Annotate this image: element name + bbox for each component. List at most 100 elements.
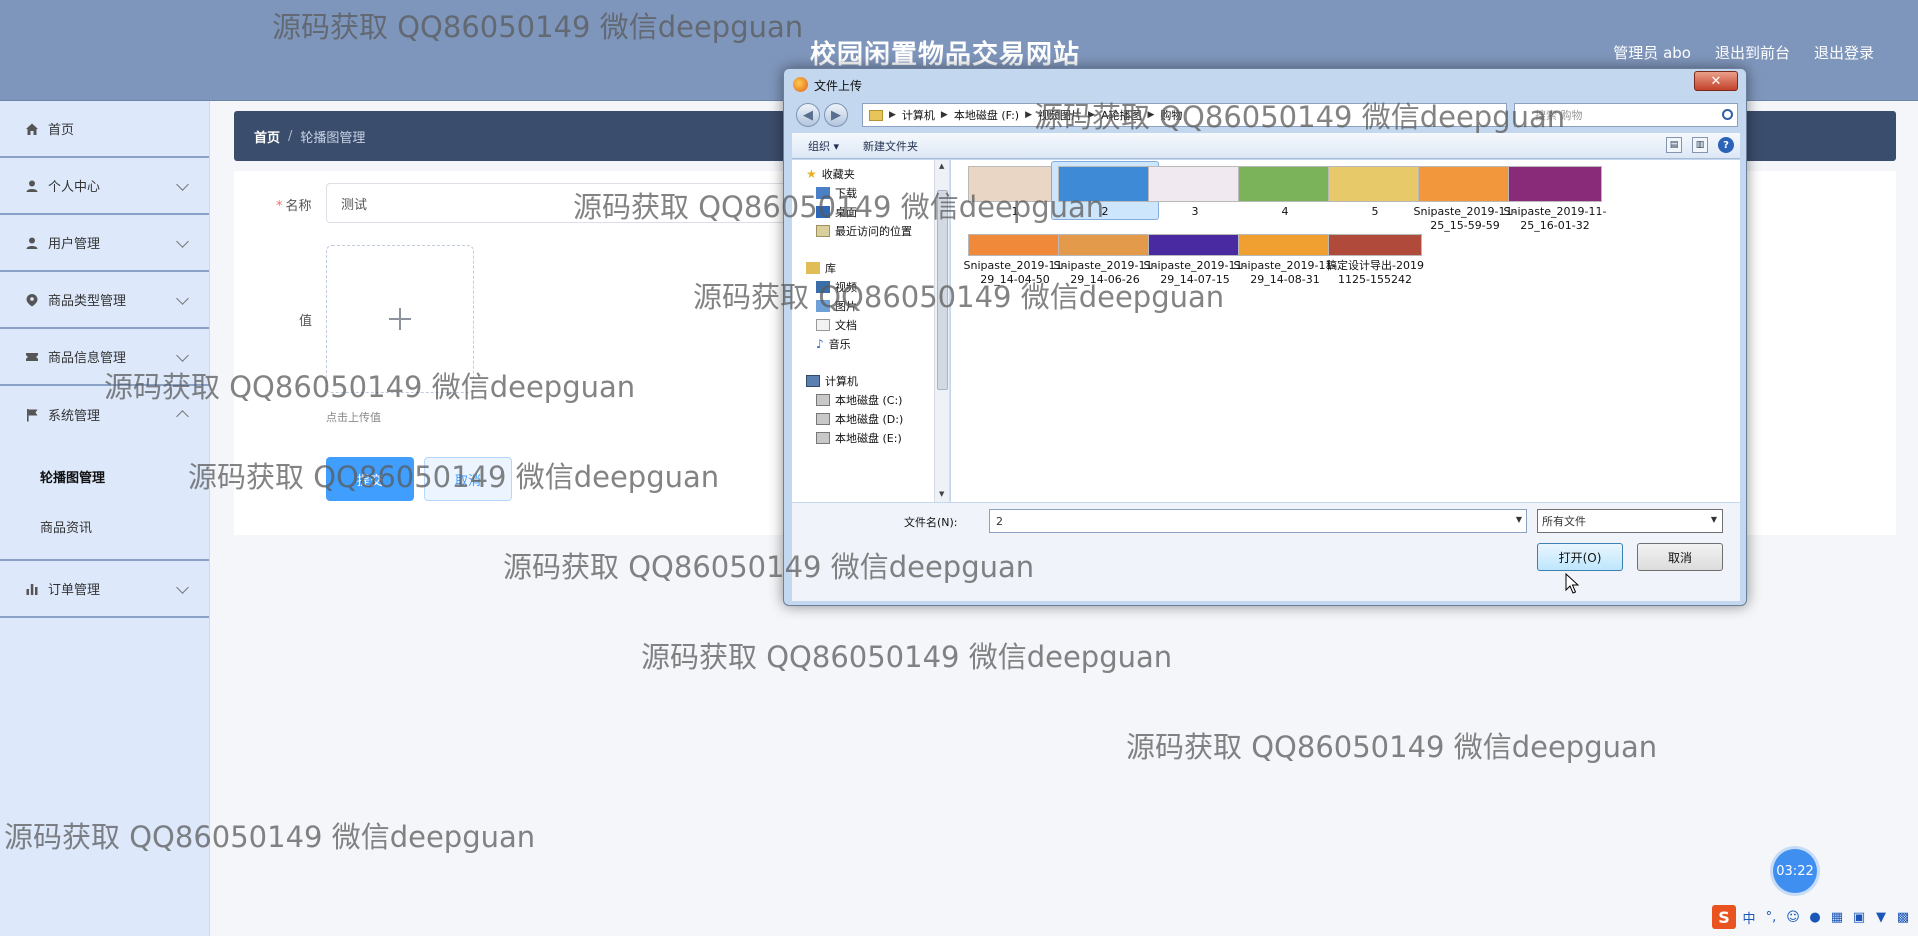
file-thumbnail xyxy=(1328,166,1422,202)
emoji-icon[interactable]: ☺ xyxy=(1784,910,1802,925)
dialog-toolbar: 组织 ▾ 新建文件夹 ▤ ▥ ? xyxy=(792,133,1740,159)
open-button[interactable]: 打开(O) xyxy=(1537,543,1623,571)
file-thumbnail xyxy=(1238,234,1332,256)
chevron-down-icon xyxy=(176,235,189,248)
submit-button[interactable]: 提交 xyxy=(326,457,414,501)
ticket-icon xyxy=(24,349,40,365)
file-item[interactable]: 稿定设计导出-20191125-155242 xyxy=(1321,230,1429,287)
tree-item-drive-e[interactable]: 本地磁盘 (E:) xyxy=(816,430,902,446)
sidebar-item-label: 商品信息管理 xyxy=(48,351,127,366)
new-folder-button[interactable]: 新建文件夹 xyxy=(851,138,930,154)
drive-icon xyxy=(816,394,830,406)
picture-icon xyxy=(816,300,830,312)
document-icon xyxy=(816,319,830,331)
chevron-down-icon xyxy=(176,178,189,191)
ime-mode-label[interactable]: 中 xyxy=(1740,908,1758,927)
star-icon: ★ xyxy=(806,167,817,181)
sidebar-item-goods-management[interactable]: 商品信息管理 xyxy=(0,329,209,386)
path-segment[interactable]: 视频图片 xyxy=(1032,107,1088,123)
sidebar-item-label: 系统管理 xyxy=(48,409,101,424)
address-bar[interactable]: ▶ 计算机 ▶ 本地磁盘 (F:) ▶ 视频图片 ▶ A轮播图 ▶ 购物 xyxy=(862,103,1507,127)
sidebar: 首页 个人中心 用户管理 商品类型管理 商品信息管理 系统管理 轮播图管理 商品… xyxy=(0,101,210,936)
sidebar-item-personal-center[interactable]: 个人中心 xyxy=(0,158,209,215)
video-icon xyxy=(816,281,830,293)
filetype-select[interactable]: 所有文件 ▼ xyxy=(1537,509,1723,533)
tree-item-drive-d[interactable]: 本地磁盘 (D:) xyxy=(816,411,903,427)
path-segment[interactable]: A轮播图 xyxy=(1095,107,1148,123)
scroll-up-icon[interactable]: ▲ xyxy=(939,162,944,170)
tree-item-desktop[interactable]: 桌面 xyxy=(816,204,857,220)
name-label: * 名称 xyxy=(276,199,312,214)
watermark-text: 源码获取 QQ86050149 微信deepguan xyxy=(1126,730,1658,764)
sidebar-item-label: 订单管理 xyxy=(48,583,101,598)
name-input[interactable]: 测试 xyxy=(326,183,846,223)
tree-item-favorites[interactable]: ★ 收藏夹 xyxy=(806,166,855,182)
tree-item-videos[interactable]: 视频 xyxy=(816,279,857,295)
dialog-close-button[interactable]: ✕ xyxy=(1694,71,1738,91)
ime-toolbar: S 中 °, ☺ ● ▦ ▣ ▼ ▩ xyxy=(1712,903,1918,931)
tree-item-drive-c[interactable]: 本地磁盘 (C:) xyxy=(816,392,902,408)
help-icon[interactable]: ? xyxy=(1718,137,1734,153)
dialog-cancel-button[interactable]: 取消 xyxy=(1637,543,1723,571)
organize-menu[interactable]: 组织 ▾ xyxy=(792,138,851,154)
sidebar-item-label: 商品类型管理 xyxy=(48,294,127,309)
grid-icon[interactable]: ▩ xyxy=(1894,910,1912,925)
sogou-ime-icon[interactable]: S xyxy=(1712,905,1736,929)
file-thumbnail xyxy=(1148,234,1242,256)
folder-icon xyxy=(869,109,883,121)
tree-item-documents[interactable]: 文档 xyxy=(816,317,857,333)
sidebar-item-label: 首页 xyxy=(48,123,75,138)
keyboard-icon[interactable]: ▦ xyxy=(1828,910,1846,925)
submenu-item-carousel[interactable]: 轮播图管理 xyxy=(0,451,209,501)
filename-input[interactable]: 2 ▼ xyxy=(989,509,1527,533)
firefox-icon xyxy=(793,77,808,92)
breadcrumb-home[interactable]: 首页 xyxy=(254,127,280,146)
timer-badge[interactable]: 03:22 xyxy=(1773,849,1817,893)
sidebar-item-order-management[interactable]: 订单管理 xyxy=(0,561,209,618)
sidebar-item-category-management[interactable]: 商品类型管理 xyxy=(0,272,209,329)
tree-item-libraries[interactable]: 库 xyxy=(806,260,836,276)
scroll-down-icon[interactable]: ▼ xyxy=(939,490,944,498)
chevron-down-icon[interactable]: ▼ xyxy=(1516,515,1522,524)
dialog-search-input[interactable]: 搜索 购物 xyxy=(1514,103,1738,127)
path-segment[interactable]: 本地磁盘 (F:) xyxy=(948,107,1025,123)
download-folder-icon xyxy=(816,187,830,199)
image-uploader[interactable] xyxy=(326,245,474,393)
preview-pane-icon[interactable]: ▥ xyxy=(1692,137,1708,153)
file-thumbnail xyxy=(968,166,1062,202)
sidebar-item-user-management[interactable]: 用户管理 xyxy=(0,215,209,272)
cancel-button[interactable]: 取消 xyxy=(424,457,512,501)
mouse-cursor-icon xyxy=(1565,573,1579,594)
forward-arrow-icon[interactable]: ▶ xyxy=(824,103,848,127)
dialog-titlebar[interactable]: 文件上传 ✕ xyxy=(784,69,1746,99)
sidebar-item-home[interactable]: 首页 xyxy=(0,101,209,158)
tree-item-computer[interactable]: 计算机 xyxy=(806,373,858,389)
sidebar-item-system-management[interactable]: 系统管理 xyxy=(0,386,209,443)
view-options-icon[interactable]: ▤ xyxy=(1666,137,1682,153)
tree-item-music[interactable]: ♪ 音乐 xyxy=(816,336,851,352)
tree-item-downloads[interactable]: 下载 xyxy=(816,185,857,201)
skin-icon[interactable]: ▼ xyxy=(1872,910,1890,925)
search-icon xyxy=(1722,109,1733,120)
navigation-pane: ★ 收藏夹 下载 桌面 最近访问的位置 库 视频 图片 文档 ♪ 音乐 计算机 本地 xyxy=(792,160,950,502)
punctuation-icon[interactable]: °, xyxy=(1762,910,1780,925)
microphone-icon[interactable]: ● xyxy=(1806,910,1824,925)
path-segment[interactable]: 计算机 xyxy=(896,107,941,123)
exit-to-frontend-link[interactable]: 退出到前台 xyxy=(1715,42,1790,63)
upload-tip: 点击上传值 xyxy=(326,411,381,424)
submenu-item-news[interactable]: 商品资讯 xyxy=(0,501,209,551)
file-thumbnail xyxy=(968,234,1062,256)
desktop-icon xyxy=(816,206,830,218)
breadcrumb-current: 轮播图管理 xyxy=(300,130,366,146)
scrollbar-thumb[interactable] xyxy=(937,190,948,390)
back-arrow-icon[interactable]: ◀ xyxy=(796,103,820,127)
toolbox-icon[interactable]: ▣ xyxy=(1850,910,1868,925)
tree-item-pictures[interactable]: 图片 xyxy=(816,298,857,314)
bar-chart-icon xyxy=(24,581,40,597)
nav-scrollbar[interactable]: ▲ ▼ xyxy=(934,160,949,502)
logout-link[interactable]: 退出登录 xyxy=(1814,42,1874,63)
sidebar-item-label: 用户管理 xyxy=(48,237,101,252)
file-item[interactable]: Snipaste_2019-11-25_16-01-32 xyxy=(1501,162,1609,233)
path-segment[interactable]: 购物 xyxy=(1154,107,1188,123)
tree-item-recent[interactable]: 最近访问的位置 xyxy=(816,223,912,239)
